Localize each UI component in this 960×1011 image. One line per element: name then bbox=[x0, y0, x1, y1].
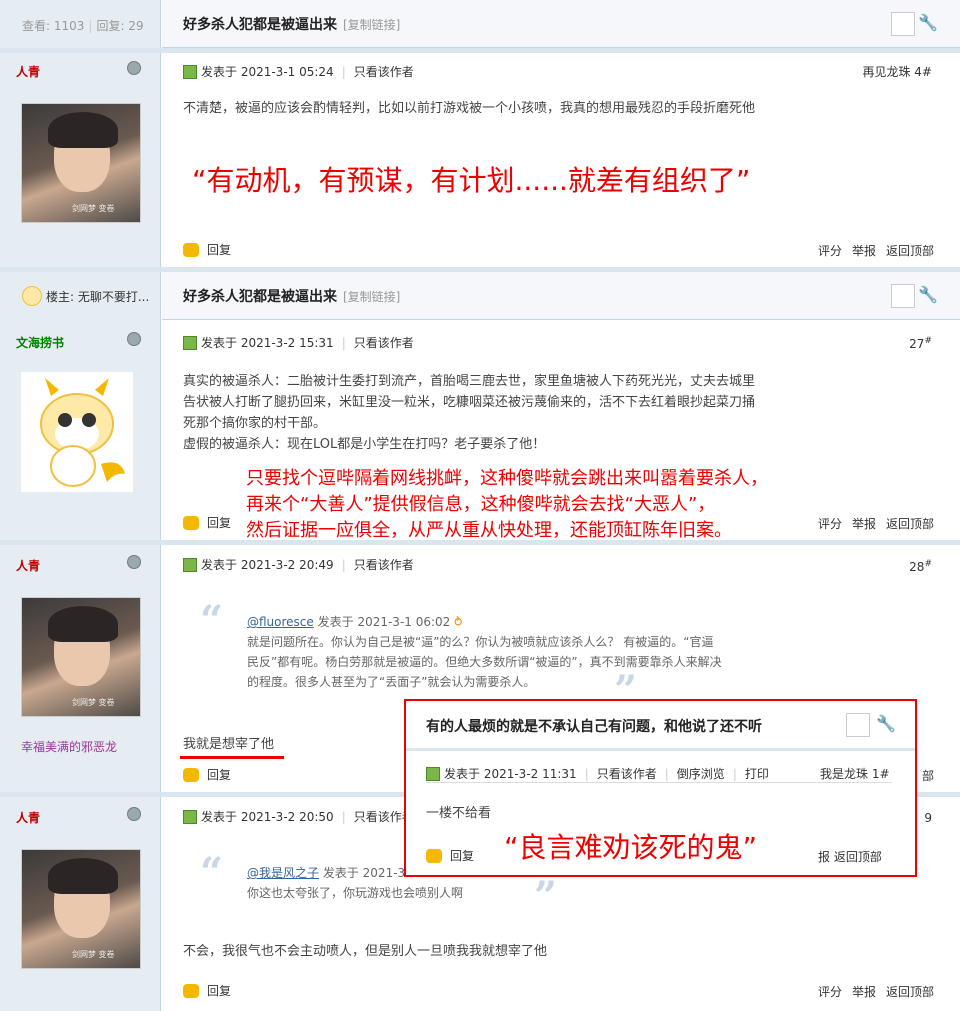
avatar[interactable] bbox=[21, 372, 133, 492]
floor-label: 28# bbox=[909, 559, 932, 574]
floor-label: 再见龙珠 4# bbox=[862, 65, 932, 79]
overlay-actions[interactable]: 报 返回顶部 bbox=[818, 848, 882, 865]
author-name[interactable]: 文海捞书 bbox=[16, 334, 64, 351]
thread-owner[interactable]: 楼主: 无聊不要打... bbox=[46, 288, 149, 305]
owner-panel: 楼主: 无聊不要打... bbox=[0, 272, 161, 320]
online-icon bbox=[127, 555, 141, 569]
favorite-box[interactable] bbox=[891, 284, 915, 308]
reply-icon bbox=[426, 848, 442, 863]
user-icon bbox=[183, 64, 197, 79]
quote-block: @fluoresce 发表于 2021-3-1 06:02 ⥁ 就是问题所在。你… bbox=[247, 615, 722, 689]
replies-count: 回复: 29 bbox=[96, 19, 144, 33]
quote-user-link[interactable]: @fluoresce bbox=[247, 615, 314, 629]
author-panel: 人青 剑网梦 变卷 幸福美满的邪恶龙 bbox=[0, 545, 161, 792]
jump-icon[interactable]: ⥁ bbox=[454, 615, 462, 629]
floor-label: 我是龙珠 1# bbox=[820, 767, 890, 781]
only-author-link[interactable]: 只看该作者 bbox=[354, 334, 414, 351]
quote-close-icon: ” bbox=[534, 873, 558, 920]
avatar[interactable]: 剑网梦 变卷 bbox=[21, 597, 141, 717]
post-body: 一楼不给看 bbox=[426, 806, 492, 821]
post-time: 发表于 2021-3-1 05:24 bbox=[201, 65, 334, 79]
author-name[interactable]: 人青 bbox=[16, 809, 40, 826]
reply-icon bbox=[183, 767, 199, 782]
avatar[interactable]: 剑网梦 变卷 bbox=[21, 849, 141, 969]
reply-link[interactable]: 回复 bbox=[450, 847, 474, 864]
author-panel: 人青 剑网梦 变卷 bbox=[0, 797, 161, 1011]
underline-mark bbox=[180, 756, 284, 759]
post-time: 发表于 2021-3-2 20:50 bbox=[201, 810, 334, 824]
only-author-link[interactable]: 只看该作者 bbox=[597, 765, 657, 782]
annotation-text: 只要找个逗哔隔着网线挑衅，这种傻哔就会跳出来叫嚣着要杀人， 再来个“大善人”提供假… bbox=[246, 468, 768, 541]
post-body: 我就是想宰了他 bbox=[183, 737, 275, 752]
post-body: 不清楚，被逼的应该会酌情轻判，比如以前打游戏被一个小孩喷，我真的想用最残忍的手段… bbox=[183, 101, 756, 116]
post-time: 发表于 2021-3-2 20:49 bbox=[201, 558, 334, 572]
only-author-link[interactable]: 只看该作者 bbox=[354, 556, 414, 573]
online-icon bbox=[127, 61, 141, 75]
user-icon bbox=[183, 557, 197, 572]
report-link[interactable]: 举报 bbox=[852, 983, 876, 1000]
author-panel: 文海捞书 bbox=[0, 320, 161, 540]
avatar[interactable]: 剑网梦 变卷 bbox=[21, 103, 141, 223]
quote-open-icon: “ bbox=[200, 849, 224, 896]
user-icon bbox=[183, 335, 197, 350]
user-icon bbox=[426, 766, 440, 781]
author-name[interactable]: 人青 bbox=[16, 63, 40, 80]
annotation-text: “有动机，有预谋，有计划......就差有组织了” bbox=[192, 164, 751, 197]
reverse-order-link[interactable]: 倒序浏览 bbox=[677, 765, 725, 782]
wrench-icon[interactable]: 🔧 bbox=[918, 285, 938, 304]
post-body: 真实的被逼杀人：二胎被计生委打到流产，首胎喝三鹿去世，家里鱼塘被人下药死光光，丈… bbox=[183, 374, 756, 452]
author-name[interactable]: 人青 bbox=[16, 557, 40, 574]
back-top-link[interactable]: 部 bbox=[922, 767, 934, 784]
rate-link[interactable]: 评分 bbox=[818, 983, 842, 1000]
post: 发表于 2021-3-2 15:31 | 只看该作者 27# 真实的被逼杀人：二胎被… bbox=[162, 320, 960, 541]
rate-link[interactable]: 评分 bbox=[818, 515, 842, 532]
back-top-link[interactable]: 返回顶部 bbox=[886, 242, 934, 259]
online-icon bbox=[127, 807, 141, 821]
reply-link[interactable]: 回复 bbox=[207, 514, 231, 531]
wrench-icon[interactable]: 🔧 bbox=[876, 714, 896, 733]
report-link[interactable]: 举报 bbox=[852, 515, 876, 532]
rate-link[interactable]: 评分 bbox=[818, 242, 842, 259]
thread-title: 好多杀人犯都是被逼出来 [复制链接] bbox=[183, 289, 401, 305]
copy-link[interactable]: [复制链接] bbox=[343, 290, 400, 304]
reply-link[interactable]: 回复 bbox=[207, 982, 231, 999]
post: 发表于 2021-3-1 05:24 | 只看该作者 再见龙珠 4# 不清楚，被逼的… bbox=[162, 53, 960, 267]
overlay-title: 有的人最烦的就是不承认自己有问题，和他说了还不听 bbox=[426, 719, 762, 735]
quote-user-link[interactable]: @我是风之子 bbox=[247, 866, 319, 880]
reply-icon bbox=[183, 242, 199, 257]
post-time: 发表于 2021-3-2 15:31 bbox=[201, 336, 334, 350]
report-link[interactable]: 举报 bbox=[852, 242, 876, 259]
post-time: 发表于 2021-3-2 11:31 bbox=[444, 767, 577, 781]
floor-label: 27# bbox=[909, 336, 932, 351]
only-author-link[interactable]: 只看该作者 bbox=[354, 63, 414, 80]
dragon-icon bbox=[22, 286, 42, 306]
floor-label: 9 bbox=[924, 811, 932, 825]
wrench-icon[interactable]: 🔧 bbox=[918, 13, 938, 32]
favorite-box[interactable] bbox=[846, 713, 870, 737]
favorite-box[interactable] bbox=[891, 12, 915, 36]
reply-link[interactable]: 回复 bbox=[207, 241, 231, 258]
annotation-text: “良言难劝该死的鬼” bbox=[504, 831, 758, 864]
thread-title: 好多杀人犯都是被逼出来 [复制链接] bbox=[183, 17, 401, 33]
user-icon bbox=[183, 809, 197, 824]
reply-icon bbox=[183, 983, 199, 998]
print-link[interactable]: 打印 bbox=[745, 765, 769, 782]
reply-link[interactable]: 回复 bbox=[207, 766, 231, 783]
views-count: 查看: 1103 bbox=[22, 19, 85, 33]
stats-panel: 查看: 1103 | 回复: 29 bbox=[0, 0, 161, 48]
embedded-post-overlay: 有的人最烦的就是不承认自己有问题，和他说了还不听 🔧 发表于 2021-3-2 … bbox=[404, 699, 917, 877]
back-top-link[interactable]: 返回顶部 bbox=[886, 983, 934, 1000]
author-panel: 人青 剑网梦 变卷 bbox=[0, 53, 161, 267]
user-title: 幸福美满的邪恶龙 bbox=[21, 740, 118, 754]
online-icon bbox=[127, 332, 141, 346]
copy-link[interactable]: [复制链接] bbox=[343, 18, 400, 32]
post-body: 不会，我很气也不会主动喷人，但是别人一旦喷我我就想宰了他 bbox=[183, 944, 548, 959]
reply-icon bbox=[183, 515, 199, 530]
back-top-link[interactable]: 返回顶部 bbox=[886, 515, 934, 532]
quote-open-icon: “ bbox=[200, 597, 224, 644]
